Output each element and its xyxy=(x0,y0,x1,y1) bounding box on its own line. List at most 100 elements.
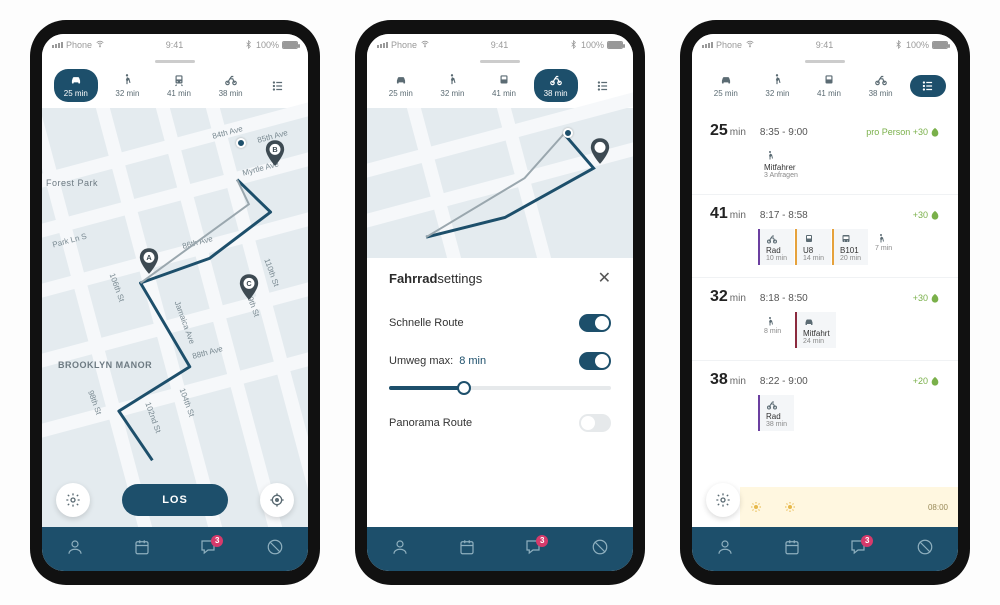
result-item[interactable]: 41min 8:17 - 8:58 +30 Rad10 minU814 minB… xyxy=(692,194,958,277)
mode-walk[interactable]: 32 min xyxy=(105,69,149,102)
results-list[interactable]: 25min 8:35 - 9:00 pro Person +30 Mitfahr… xyxy=(692,108,958,527)
setting-detour: Umweg max:8 min xyxy=(389,342,611,380)
mode-transit[interactable]: 41 min xyxy=(807,69,851,102)
segments: Rad38 min xyxy=(758,395,940,431)
mode-transit[interactable]: 41 min xyxy=(482,69,526,102)
map-pin-b[interactable]: B xyxy=(264,140,286,168)
nav-calendar[interactable] xyxy=(458,538,476,561)
mode-list[interactable] xyxy=(910,75,946,97)
mode-bike[interactable]: 38 min xyxy=(859,69,903,102)
result-duration: 38min xyxy=(710,371,746,389)
bottom-nav: 3 xyxy=(692,527,958,571)
clock: 9:41 xyxy=(166,40,184,50)
svg-text:B: B xyxy=(272,145,277,154)
map-peek[interactable] xyxy=(367,108,633,258)
result-item[interactable]: 38min 8:22 - 9:00 +20 Rad38 min xyxy=(692,360,958,443)
mode-tabs: 25 min 32 min 41 min 38 min xyxy=(692,69,958,108)
segments: 8 minMitfahrt24 min xyxy=(758,312,940,348)
settings-button[interactable] xyxy=(706,483,740,517)
result-eco: pro Person +30 xyxy=(866,127,940,137)
segment: U814 min xyxy=(795,229,831,265)
battery-icon xyxy=(607,41,623,49)
close-icon[interactable]: ✕ xyxy=(598,268,611,288)
mode-tabs: 25 min 32 min 41 min 38 min xyxy=(42,69,308,108)
result-time: 8:22 - 9:00 xyxy=(760,376,808,387)
mode-car[interactable]: 25 min xyxy=(379,69,423,102)
mode-car[interactable]: 25 min xyxy=(54,69,98,102)
mode-car[interactable]: 25 min xyxy=(704,69,748,102)
battery-icon xyxy=(932,41,948,49)
mode-list[interactable] xyxy=(585,75,621,97)
wifi-icon xyxy=(95,39,105,51)
signal-icon xyxy=(52,42,63,48)
result-item[interactable]: 32min 8:18 - 8:50 +30 8 minMitfahrt24 mi… xyxy=(692,277,958,360)
mode-list[interactable] xyxy=(260,75,296,97)
mode-walk[interactable]: 32 min xyxy=(755,69,799,102)
nav-block[interactable] xyxy=(591,538,609,561)
svg-text:C: C xyxy=(246,279,252,288)
status-bar: Phone 9:41 100% xyxy=(367,34,633,56)
result-eco: +20 xyxy=(913,376,940,386)
mode-transit[interactable]: 41 min xyxy=(157,69,201,102)
detour-slider[interactable] xyxy=(389,386,611,390)
drag-handle[interactable] xyxy=(155,60,195,63)
sheet-title: Fahrradsettings xyxy=(389,271,482,286)
mode-bike[interactable]: 38 min xyxy=(534,69,578,102)
segments: Rad10 minU814 minB10120 min7 min xyxy=(758,229,940,265)
nav-chat[interactable]: 3 xyxy=(524,538,542,561)
route-line xyxy=(42,108,308,527)
mode-walk[interactable]: 32 min xyxy=(430,69,474,102)
bike-settings-sheet: Fahrradsettings ✕ Schnelle Route Umweg m… xyxy=(367,258,633,527)
bluetooth-icon xyxy=(569,40,578,51)
result-item[interactable]: 25min 8:35 - 9:00 pro Person +30 Mitfahr… xyxy=(692,112,958,194)
setting-fast-route: Schnelle Route xyxy=(389,304,611,342)
result-duration: 25min xyxy=(710,122,746,140)
bluetooth-icon xyxy=(894,40,903,51)
segment: 8 min xyxy=(758,312,794,348)
result-time: 8:17 - 8:58 xyxy=(760,210,808,221)
segment: Mitfahrer3 Anfragen xyxy=(758,146,804,182)
nav-chat[interactable]: 3 xyxy=(199,538,217,561)
segments: Mitfahrer3 Anfragen xyxy=(758,146,940,182)
setting-panorama: Panorama Route xyxy=(389,404,611,442)
locate-button[interactable] xyxy=(260,483,294,517)
map-pin-a[interactable]: A xyxy=(138,248,160,276)
toggle-panorama[interactable] xyxy=(579,414,611,432)
wifi-icon xyxy=(420,39,430,51)
nav-block[interactable] xyxy=(916,538,934,561)
chat-badge: 3 xyxy=(211,535,223,547)
result-time: 8:18 - 8:50 xyxy=(760,293,808,304)
bluetooth-icon xyxy=(244,40,253,51)
mode-bike[interactable]: 38 min xyxy=(209,69,253,102)
go-button[interactable]: LOS xyxy=(122,484,228,516)
result-duration: 41min xyxy=(710,205,746,223)
result-duration: 32min xyxy=(710,288,746,306)
status-bar: Phone 9:41 100% xyxy=(692,34,958,56)
nav-chat[interactable]: 3 xyxy=(849,538,867,561)
nav-block[interactable] xyxy=(266,538,284,561)
result-eco: +30 xyxy=(913,210,940,220)
signal-icon xyxy=(377,42,388,48)
drag-handle[interactable] xyxy=(805,60,845,63)
map-pin-b[interactable] xyxy=(589,138,611,166)
drag-handle[interactable] xyxy=(480,60,520,63)
segment: Rad38 min xyxy=(758,395,794,431)
svg-text:A: A xyxy=(146,253,152,262)
bottom-nav: 3 xyxy=(42,527,308,571)
nav-profile[interactable] xyxy=(66,538,84,561)
wifi-icon xyxy=(745,39,755,51)
nav-profile[interactable] xyxy=(716,538,734,561)
settings-button[interactable] xyxy=(56,483,90,517)
toggle-fast-route[interactable] xyxy=(579,314,611,332)
nav-calendar[interactable] xyxy=(783,538,801,561)
nav-profile[interactable] xyxy=(391,538,409,561)
map-pin-c[interactable]: C xyxy=(238,274,260,302)
carrier-label: Phone xyxy=(66,40,92,50)
segment: B10120 min xyxy=(832,229,868,265)
route-start-dot xyxy=(563,128,573,138)
phone-2: Phone 9:41 100% 25 min 32 min 41 min 38 … xyxy=(355,20,645,585)
toggle-detour[interactable] xyxy=(579,352,611,370)
map[interactable]: 84th Ave 85th Ave Myrtle Ave Park Ln S 8… xyxy=(42,108,308,527)
nav-calendar[interactable] xyxy=(133,538,151,561)
status-bar: Phone 9:41 100% xyxy=(42,34,308,56)
